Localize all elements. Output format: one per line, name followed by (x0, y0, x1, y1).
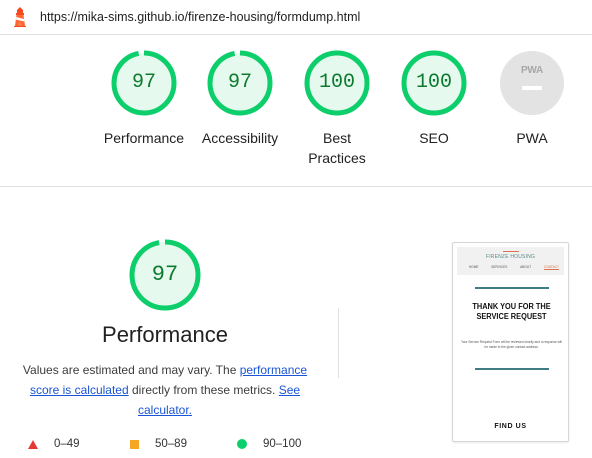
gauge-score: 97 (131, 71, 156, 94)
thumb-nav-item: SERVICES (491, 265, 508, 269)
gauge-score: 97 (227, 71, 252, 94)
thumb-heading: THANK YOU FOR THE SERVICE REQUEST (472, 301, 551, 321)
gauge-label: SEO (419, 130, 449, 146)
pwa-badge-text: PWA (521, 65, 543, 76)
thumb-nav: HOME SERVICES ABOUT CONTACT (469, 265, 559, 270)
fail-triangle-icon (28, 439, 38, 449)
thumb-rule-top (475, 287, 549, 289)
big-gauge-score: 97 (151, 262, 179, 287)
gauge-seo[interactable]: 100 SEO (384, 50, 484, 148)
section-divider (0, 186, 592, 187)
thumb-body-text: Your Service Request Form will be review… (461, 340, 562, 349)
gauge-ring: 97 (207, 50, 273, 116)
legend-fail-range: 0–49 (54, 438, 80, 450)
gauge-label: PWA (516, 130, 548, 146)
legend-fail: 0–49 (28, 437, 80, 451)
legend-average: 50–89 (130, 437, 187, 451)
thumb-header: FIRENZE HOUSING HOME SERVICES ABOUT CONT… (457, 247, 564, 275)
legend-pass: 90–100 (237, 437, 301, 451)
gauge-label: Performance (103, 130, 185, 146)
thumb-nav-item: CONTACT (543, 265, 559, 270)
gauge-ring: 100 (304, 50, 370, 116)
gauge-accessibility[interactable]: 97 Accessibility (190, 50, 290, 148)
legend-pass-range: 90–100 (263, 438, 302, 450)
pwa-badge-icon: PWA (500, 51, 564, 115)
thumb-brand: FIRENZE HOUSING (485, 254, 536, 260)
lighthouse-icon (14, 7, 26, 27)
thumb-find-us: FIND US (494, 423, 527, 430)
gauge-score: 100 (415, 71, 452, 94)
desc-text-2: directly from these metrics. (128, 383, 279, 397)
url-bar: https://mika-sims.github.io/firenze-hous… (0, 0, 592, 34)
gauge-ring: 97 (111, 50, 177, 116)
gauge-label: Accessibility (201, 130, 279, 146)
performance-big-gauge: 97 (128, 238, 202, 312)
gauge-performance[interactable]: 97 Performance (94, 50, 194, 148)
thumb-nav-item: ABOUT (520, 265, 532, 269)
average-square-icon (130, 439, 139, 449)
desc-text-1: Values are estimated and may vary. The (22, 363, 240, 377)
final-screenshot-thumbnail[interactable]: FIRENZE HOUSING HOME SERVICES ABOUT CONT… (452, 242, 569, 442)
top-divider (0, 34, 592, 35)
thumb-rule-bottom (475, 368, 549, 370)
gauge-label: Best Practices (308, 130, 366, 166)
gauge-pwa[interactable]: PWA PWA (482, 50, 582, 148)
gauge-ring: 100 (401, 50, 467, 116)
performance-title: Performance (102, 322, 228, 347)
gauge-best-practices[interactable]: 100 Best Practices (287, 50, 387, 168)
vertical-divider (338, 308, 339, 378)
pass-circle-icon (237, 439, 247, 449)
legend-average-range: 50–89 (155, 438, 187, 450)
thumb-nav-item: HOME (469, 265, 479, 269)
performance-description: Values are estimated and may vary. The p… (14, 360, 316, 420)
url-text[interactable]: https://mika-sims.github.io/firenze-hous… (40, 10, 360, 24)
gauge-score: 100 (318, 71, 355, 94)
pwa-dash (522, 86, 542, 90)
